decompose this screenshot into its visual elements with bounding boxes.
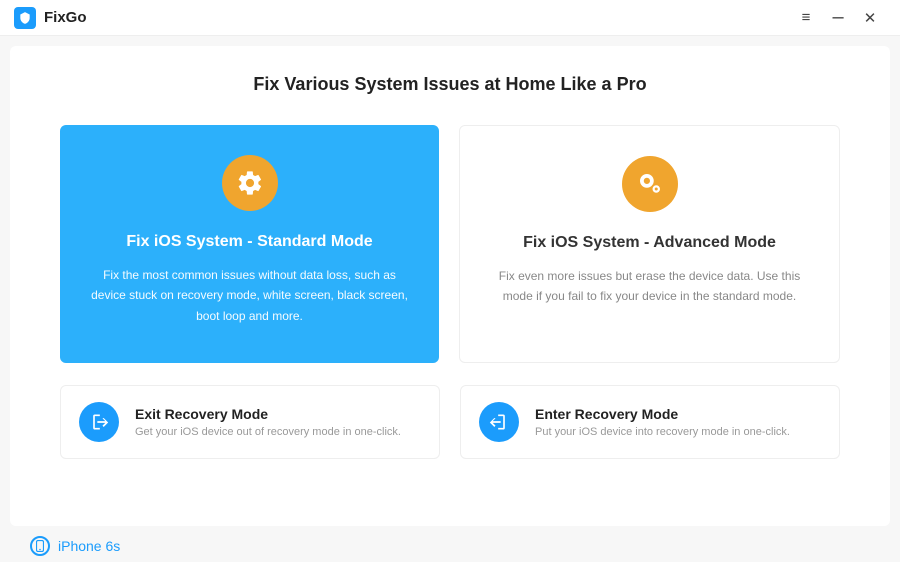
advanced-mode-card[interactable]: Fix iOS System - Advanced Mode Fix even … — [459, 125, 840, 363]
advanced-mode-desc: Fix even more issues but erase the devic… — [490, 266, 809, 307]
main-panel: Fix Various System Issues at Home Like a… — [10, 46, 890, 526]
exit-recovery-tile[interactable]: Exit Recovery Mode Get your iOS device o… — [60, 385, 440, 459]
gear-icon — [222, 155, 278, 211]
advanced-mode-title: Fix iOS System - Advanced Mode — [490, 234, 809, 252]
exit-recovery-desc: Get your iOS device out of recovery mode… — [135, 426, 421, 438]
standard-mode-desc: Fix the most common issues without data … — [90, 265, 409, 326]
close-button[interactable]: ✕ — [854, 9, 886, 27]
enter-icon — [479, 402, 519, 442]
device-name: iPhone 6s — [58, 538, 120, 554]
standard-mode-card[interactable]: Fix iOS System - Standard Mode Fix the m… — [60, 125, 439, 363]
gears-icon — [622, 156, 678, 212]
app-name: FixGo — [44, 9, 87, 26]
enter-recovery-title: Enter Recovery Mode — [535, 406, 821, 422]
titlebar: FixGo ≡ – ✕ — [0, 0, 900, 36]
minimize-button[interactable]: – — [822, 6, 854, 29]
phone-icon — [30, 536, 50, 556]
exit-recovery-title: Exit Recovery Mode — [135, 406, 421, 422]
app-logo-icon — [14, 7, 36, 29]
menu-icon[interactable]: ≡ — [790, 9, 822, 26]
exit-icon — [79, 402, 119, 442]
footer-device: iPhone 6s — [10, 526, 890, 556]
enter-recovery-desc: Put your iOS device into recovery mode i… — [535, 426, 821, 438]
page-title: Fix Various System Issues at Home Like a… — [60, 74, 840, 95]
standard-mode-title: Fix iOS System - Standard Mode — [90, 233, 409, 251]
enter-recovery-tile[interactable]: Enter Recovery Mode Put your iOS device … — [460, 385, 840, 459]
